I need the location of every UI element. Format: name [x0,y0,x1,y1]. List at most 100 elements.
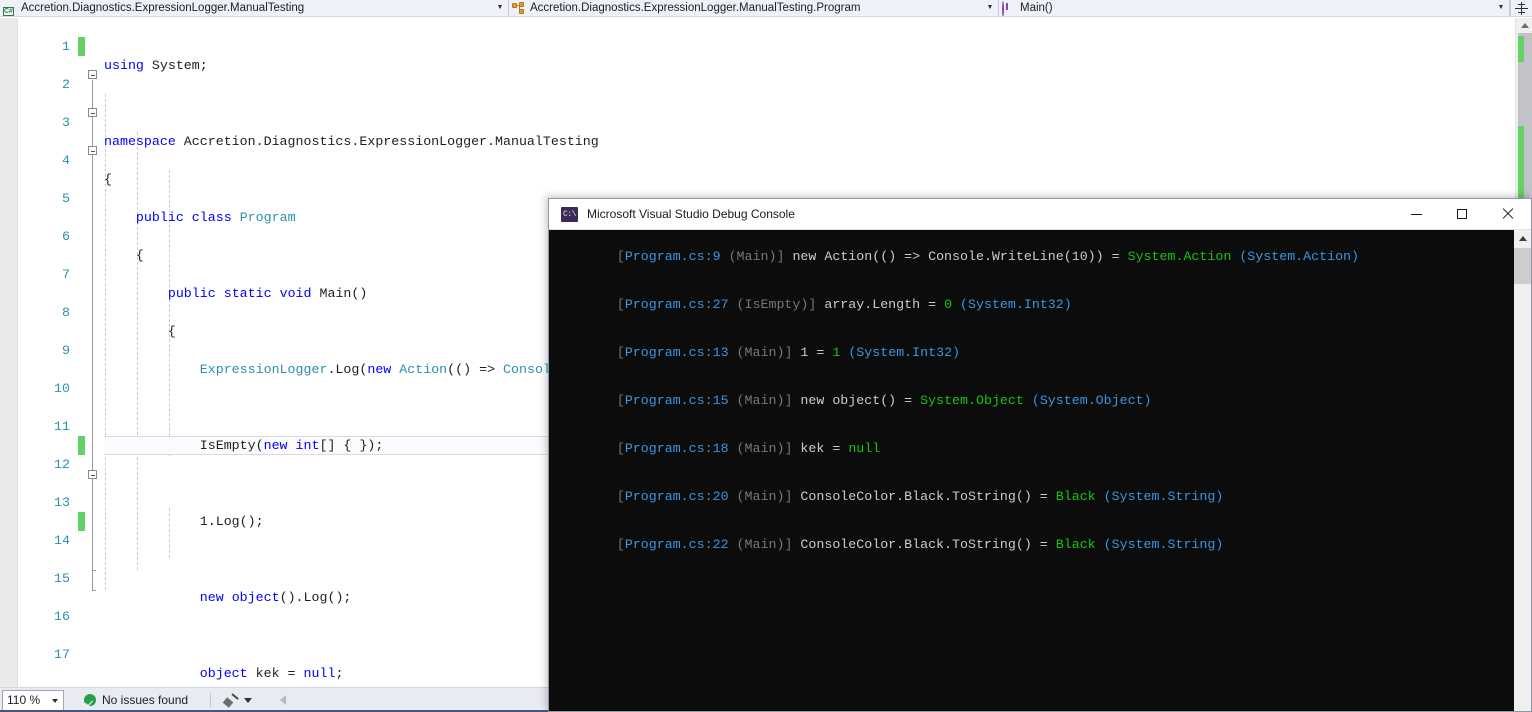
scroll-left-icon[interactable] [280,695,287,705]
console-output-line: [Program.cs:13 (Main)] 1 = 1 (System.Int… [616,345,961,360]
console-line-method [721,249,729,264]
zoom-level-value: 110 % [7,693,41,707]
console-line-type: (System.Object) [1031,393,1152,408]
maximize-button[interactable] [1439,199,1485,230]
console-line-file: Program.cs:15 [624,393,729,408]
console-line-method: (Main) [736,489,785,504]
console-line-type: (System.String) [1103,489,1224,504]
console-line-value: null [848,441,881,456]
close-button[interactable] [1485,199,1531,230]
project-dropdown[interactable]: C# Accretion.Diagnostics.ExpressionLogge… [0,0,509,16]
code-line[interactable]: 1 using System; [0,18,1532,73]
console-output-line: [Program.cs:9 (Main)] new Action(() => C… [616,249,1360,264]
status-separator [210,693,212,707]
line-number: 17 [54,647,70,662]
console-line-type: (System.Action) [1239,249,1360,264]
issues-status[interactable]: No issues found [84,693,188,707]
chevron-down-icon[interactable]: ▼ [982,0,998,16]
code-line[interactable]: 3 namespace Accretion.Diagnostics.Expres… [0,94,1532,149]
code-line[interactable]: 2 [0,56,1532,92]
scrollbar-change-marker [1518,36,1524,62]
triangle-up-icon [1520,22,1529,28]
member-dropdown-label: Main() [1020,2,1053,14]
line-number: 15 [54,571,70,586]
console-scrollbar-thumb[interactable] [1514,248,1531,284]
console-line-type: (System.Int32) [960,297,1072,312]
console-line-expression: ConsoleColor.Black.ToString() [800,489,1032,504]
console-line-method: (IsEmpty) [736,297,809,312]
line-number: 7 [62,267,70,282]
console-line-expression: kek [800,441,825,456]
console-line-file: Program.cs:13 [624,345,729,360]
minimize-icon [1410,213,1422,215]
console-line-expression: new Action(() => Console.WriteLine(10)) [792,249,1104,264]
console-line-expression: ConsoleColor.Black.ToString() [800,537,1032,552]
console-line-value: Black [1055,489,1096,504]
console-line-value: System.Action [1127,249,1232,264]
console-line-file: Program.cs:22 [624,537,729,552]
console-scroll-up-button[interactable] [1514,230,1531,247]
zoom-level-dropdown[interactable]: 110 % [2,689,64,711]
console-output-line: [Program.cs:15 (Main)] new object() = Sy… [616,393,1152,408]
console-app-icon: C:\ [561,206,578,222]
console-line-method: (Main) [736,441,785,456]
console-output-line: [Program.cs:27 (IsEmpty)] array.Length =… [616,297,1072,312]
console-output-line: [Program.cs:20 (Main)] ConsoleColor.Blac… [616,489,1224,504]
chevron-down-icon[interactable]: ▼ [1493,0,1509,16]
line-number: 8 [62,305,70,320]
console-title-bar[interactable]: C:\ Microsoft Visual Studio Debug Consol… [549,199,1531,230]
member-dropdown[interactable]: Main() ▼ [999,0,1510,16]
console-vertical-scrollbar[interactable] [1514,230,1531,711]
close-icon [1502,208,1514,220]
line-number: 14 [54,533,70,548]
navigation-bar: C# Accretion.Diagnostics.ExpressionLogge… [0,0,1532,17]
class-dropdown-label: Accretion.Diagnostics.ExpressionLogger.M… [530,2,861,14]
chevron-down-icon[interactable]: ▼ [492,0,508,16]
method-icon [1002,0,1016,16]
console-line-method: (Main) [736,393,785,408]
split-view-button[interactable] [1510,0,1532,16]
debug-console-window[interactable]: C:\ Microsoft Visual Studio Debug Consol… [548,198,1532,712]
console-line-expression: array.Length [824,297,921,312]
console-line-method: (Main) [736,345,785,360]
console-output-line: [Program.cs:22 (Main)] ConsoleColor.Blac… [616,537,1224,552]
line-number: 9 [62,343,70,358]
line-number: 3 [62,115,70,130]
console-line-location: [ [616,249,625,264]
console-line-value: 0 [944,297,953,312]
line-number: 2 [62,77,70,92]
console-output[interactable]: [Program.cs:9 (Main)] new Action(() => C… [549,230,1531,711]
line-number: 16 [54,609,70,624]
console-output-line: [Program.cs:18 (Main)] kek = null [616,441,881,456]
cleanup-dropdown-arrow-icon[interactable] [244,697,253,703]
line-number: 10 [54,381,70,396]
class-icon [512,1,526,15]
console-line-value: 1 [832,345,841,360]
line-number: 13 [54,495,70,510]
visual-studio-window: C# Accretion.Diagnostics.ExpressionLogge… [0,0,1532,712]
check-circle-icon [84,694,96,706]
code-line[interactable]: 4 { [0,132,1532,187]
console-line-type: (System.String) [1103,537,1224,552]
split-view-icon [1515,1,1528,15]
console-window-title: Microsoft Visual Studio Debug Console [587,207,795,221]
project-dropdown-label: Accretion.Diagnostics.ExpressionLogger.M… [21,2,305,14]
minimize-button[interactable] [1393,199,1439,230]
line-number: 11 [54,419,70,434]
code-cleanup-icon[interactable] [222,693,239,708]
maximize-icon [1457,209,1467,219]
console-line-file: Program.cs:27 [624,297,729,312]
console-line-file: Program.cs:9 [624,249,721,264]
console-line-value: Black [1055,537,1096,552]
code-line[interactable]: 5 public class Program [0,170,1532,225]
console-line-method: (Main) [736,537,785,552]
chevron-down-icon [52,698,58,703]
csharp-project-icon: C# [3,6,14,16]
console-line-value: System.Object [920,393,1024,408]
chevron-up-icon [1518,236,1527,241]
console-line-expression: new object() [800,393,897,408]
class-dropdown[interactable]: Accretion.Diagnostics.ExpressionLogger.M… [509,0,999,16]
scroll-up-button[interactable] [1516,18,1532,32]
line-number: 1 [62,39,70,54]
issues-status-label: No issues found [102,693,189,707]
